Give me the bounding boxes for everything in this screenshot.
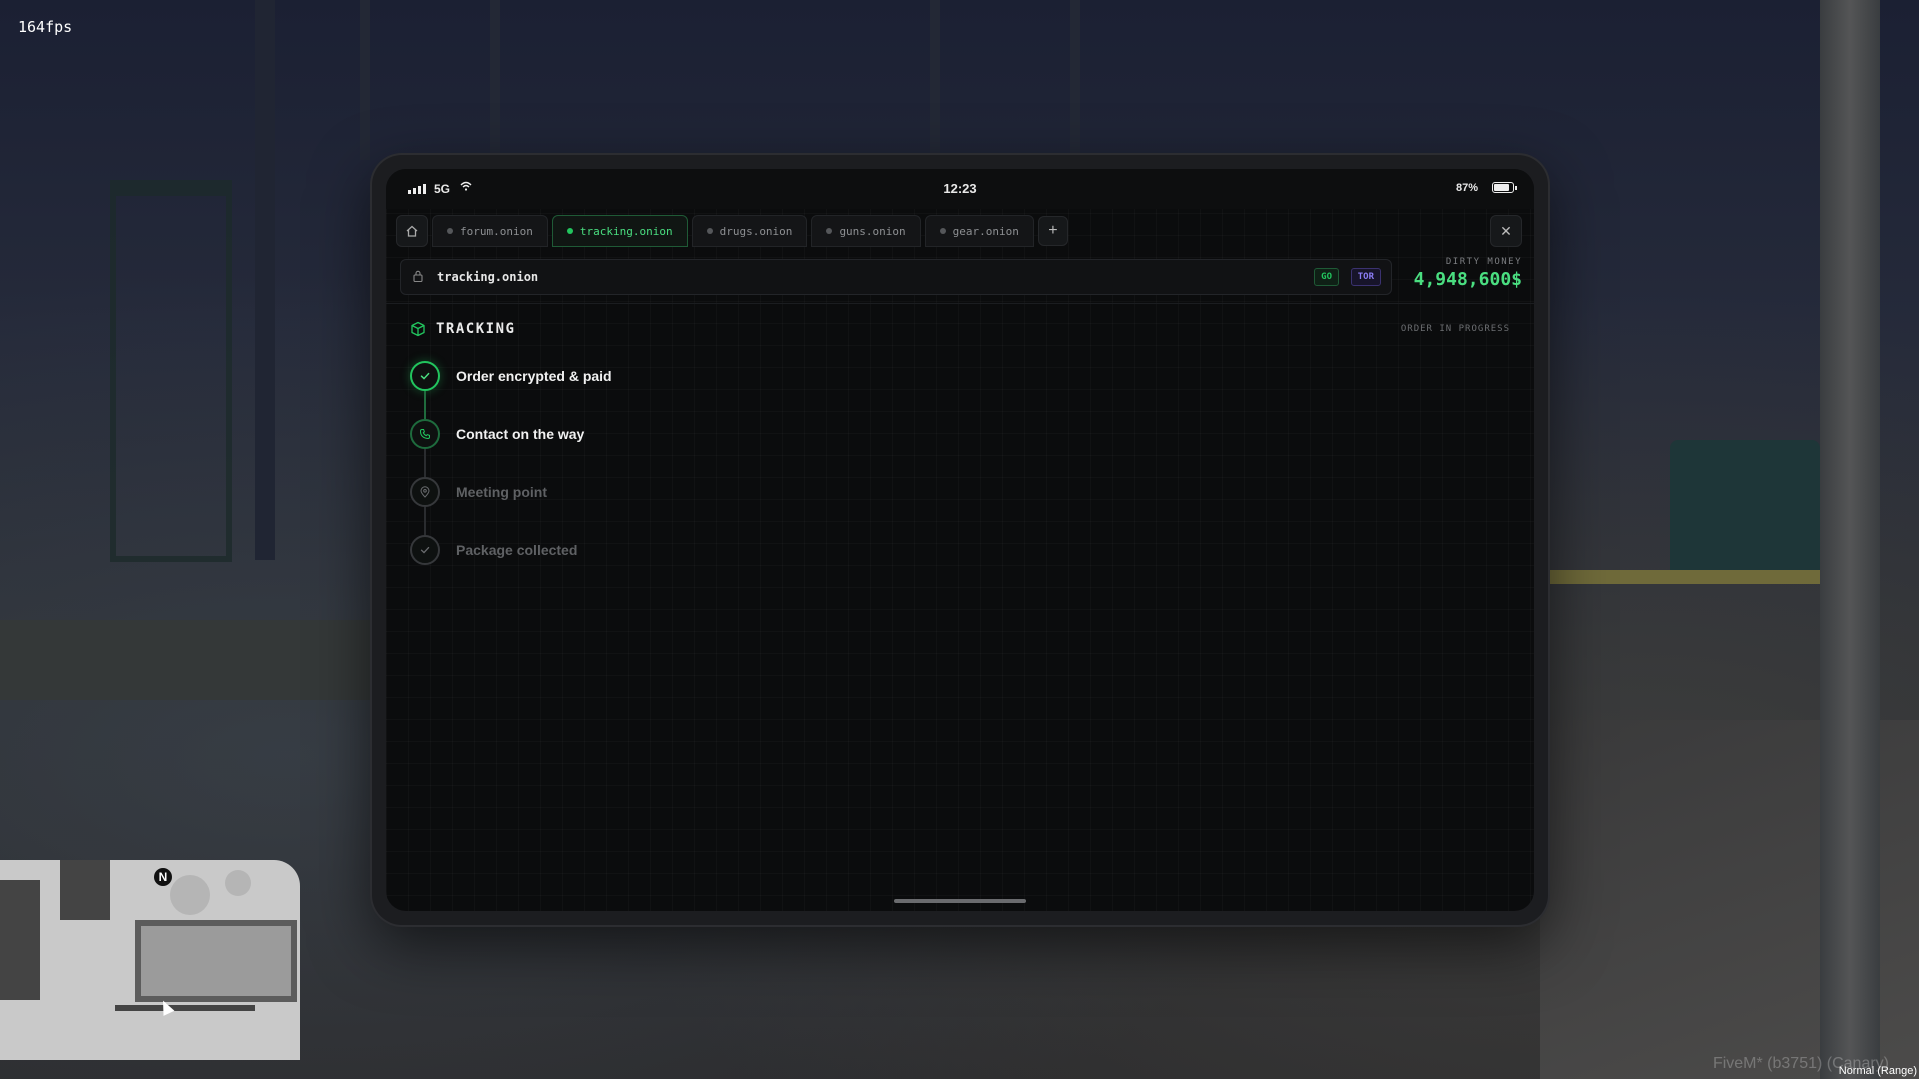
fps-counter: 164fps (18, 18, 73, 36)
background-crane (930, 0, 1080, 160)
check-icon (420, 546, 430, 554)
tablet-device: 5G 12:23 87% forum.onion tracking.onion … (372, 155, 1548, 925)
background-rail (1550, 570, 1850, 584)
tab-label: gear.onion (952, 224, 1019, 238)
tablet-screen: 5G 12:23 87% forum.onion tracking.onion … (386, 169, 1534, 911)
tracking-step: Order encrypted & paid (410, 347, 612, 419)
map-pin-icon (420, 486, 430, 498)
status-bar: 5G 12:23 87% (386, 169, 1534, 209)
tracking-steps: Order encrypted & paid Contact on the wa… (410, 347, 612, 579)
tab-drugs[interactable]: drugs.onion (691, 215, 808, 247)
background-pillar (1820, 0, 1880, 1079)
home-indicator[interactable] (894, 899, 1026, 903)
divider (386, 303, 1534, 304)
tab-status-dot (447, 228, 453, 234)
step-indicator (410, 419, 440, 449)
check-icon (420, 372, 430, 380)
step-indicator (410, 535, 440, 565)
url-text: tracking.onion (437, 270, 539, 284)
tab-status-dot (566, 228, 573, 234)
tab-status-dot (826, 228, 833, 234)
step-indicator (410, 477, 440, 507)
home-button[interactable] (396, 215, 428, 247)
tab-label: guns.onion (839, 224, 906, 238)
background-pole (255, 0, 275, 560)
home-icon (406, 225, 418, 237)
battery-icon (1492, 182, 1517, 193)
tracking-step: Contact on the way (410, 405, 612, 477)
close-icon: ✕ (1500, 222, 1512, 239)
close-button[interactable]: ✕ (1490, 215, 1522, 247)
battery-percent: 87% (1455, 182, 1478, 194)
voice-mode: Normal (Range) (1838, 1065, 1917, 1077)
lock-icon (413, 270, 423, 282)
new-tab-button[interactable]: + (1037, 216, 1068, 246)
step-label: Package collected (456, 542, 578, 558)
background-ground (1540, 720, 1919, 1079)
tab-status-dot (706, 228, 713, 234)
background-crane (360, 0, 500, 160)
wallet-label: DIRTY MONEY (1445, 257, 1522, 267)
tab-status-dot (939, 228, 946, 234)
background-dock (0, 620, 380, 700)
minimap: N (0, 860, 300, 1060)
package-icon (411, 321, 425, 337)
background-tower (110, 180, 232, 562)
clock: 12:23 (943, 181, 977, 196)
order-status: ORDER IN PROGRESS (1400, 324, 1510, 334)
tracking-header: TRACKING (410, 321, 515, 337)
tab-gear[interactable]: gear.onion (924, 215, 1034, 247)
tab-label: forum.onion (460, 224, 533, 238)
browser-tabs: forum.onion tracking.onion drugs.onion g… (396, 215, 1524, 247)
step-label: Meeting point (456, 484, 547, 500)
tab-guns[interactable]: guns.onion (811, 215, 921, 247)
background-tank (1670, 440, 1820, 570)
tab-label: tracking.onion (579, 224, 673, 238)
page-title: TRACKING (436, 321, 516, 337)
wallet-amount: 4,948,600$ (1413, 269, 1522, 290)
address-bar[interactable]: tracking.onion GO TOR (400, 259, 1392, 295)
step-label: Order encrypted & paid (456, 368, 612, 384)
tab-forum[interactable]: forum.onion (432, 215, 548, 247)
step-label: Contact on the way (456, 426, 585, 442)
plus-icon: + (1048, 222, 1058, 239)
tracking-step: Meeting point (410, 463, 612, 535)
tab-tracking[interactable]: tracking.onion (551, 215, 688, 247)
tab-label: drugs.onion (719, 224, 793, 238)
phone-icon (419, 429, 430, 440)
tor-badge: TOR (1350, 268, 1381, 286)
tracking-step: Package collected (410, 521, 612, 579)
minimap-north: N (154, 868, 172, 886)
step-indicator (410, 361, 440, 391)
wallet-balance: DIRTY MONEY 4,948,600$ (1414, 257, 1522, 290)
go-button[interactable]: GO (1314, 268, 1339, 286)
